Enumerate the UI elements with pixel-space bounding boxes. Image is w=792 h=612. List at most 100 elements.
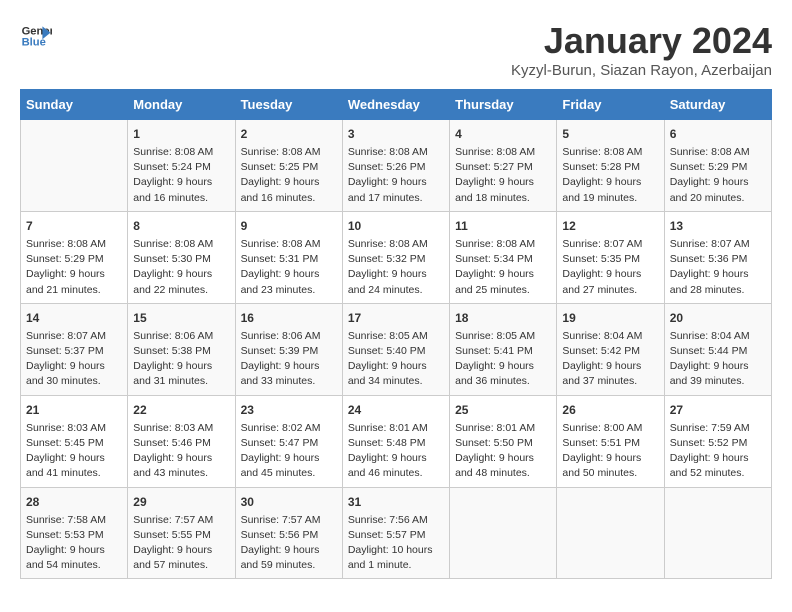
day-info: Sunset: 5:41 PM [455, 344, 551, 359]
day-info: Sunset: 5:35 PM [562, 252, 658, 267]
calendar-table: SundayMondayTuesdayWednesdayThursdayFrid… [20, 89, 772, 579]
day-info: and 33 minutes. [241, 374, 337, 389]
day-cell: 13Sunrise: 8:07 AMSunset: 5:36 PMDayligh… [664, 211, 771, 303]
logo: General Blue [20, 20, 52, 52]
day-info: Daylight: 9 hours [26, 543, 122, 558]
day-number: 5 [562, 125, 658, 143]
header-cell-monday: Monday [128, 90, 235, 120]
day-cell: 30Sunrise: 7:57 AMSunset: 5:56 PMDayligh… [235, 487, 342, 579]
day-info: Sunset: 5:42 PM [562, 344, 658, 359]
day-number: 6 [670, 125, 766, 143]
day-cell: 31Sunrise: 7:56 AMSunset: 5:57 PMDayligh… [342, 487, 449, 579]
day-info: and 23 minutes. [241, 283, 337, 298]
day-info: and 22 minutes. [133, 283, 229, 298]
day-cell: 16Sunrise: 8:06 AMSunset: 5:39 PMDayligh… [235, 303, 342, 395]
day-cell: 1Sunrise: 8:08 AMSunset: 5:24 PMDaylight… [128, 120, 235, 212]
day-cell [664, 487, 771, 579]
day-info: Daylight: 9 hours [455, 451, 551, 466]
day-cell: 20Sunrise: 8:04 AMSunset: 5:44 PMDayligh… [664, 303, 771, 395]
day-info: Daylight: 9 hours [455, 359, 551, 374]
day-info: Sunrise: 8:01 AM [348, 421, 444, 436]
day-number: 2 [241, 125, 337, 143]
day-info: and 30 minutes. [26, 374, 122, 389]
day-cell: 22 Sunrise: 8:03 AMSunset: 5:46 PMDayligh… [128, 395, 235, 487]
day-number: 28 [26, 493, 122, 511]
day-info: Daylight: 9 hours [670, 267, 766, 282]
day-number: 22 [133, 401, 229, 419]
day-info: Daylight: 9 hours [26, 451, 122, 466]
day-info: Daylight: 9 hours [133, 451, 229, 466]
day-cell: 19Sunrise: 8:04 AMSunset: 5:42 PMDayligh… [557, 303, 664, 395]
day-info: and 54 minutes. [26, 558, 122, 573]
day-info: Sunset: 5:34 PM [455, 252, 551, 267]
day-info: and 48 minutes. [455, 466, 551, 481]
svg-text:Blue: Blue [22, 37, 46, 49]
day-info: Sunset: 5:27 PM [455, 160, 551, 175]
logo-icon: General Blue [20, 20, 52, 52]
day-info: and 21 minutes. [26, 283, 122, 298]
day-info: Daylight: 9 hours [670, 359, 766, 374]
day-info: and 41 minutes. [26, 466, 122, 481]
day-info: Sunrise: 8:06 AM [133, 329, 229, 344]
day-cell: 12Sunrise: 8:07 AMSunset: 5:35 PMDayligh… [557, 211, 664, 303]
day-info: Sunrise: 8:08 AM [562, 145, 658, 160]
day-info: Sunset: 5:46 PM [133, 436, 229, 451]
day-number: 25 [455, 401, 551, 419]
day-number: 23 [241, 401, 337, 419]
day-info: Daylight: 9 hours [562, 359, 658, 374]
day-info: and 52 minutes. [670, 466, 766, 481]
day-info: Sunrise: 7:59 AM [670, 421, 766, 436]
day-info: Sunrise: 8:08 AM [241, 237, 337, 252]
header-row: SundayMondayTuesdayWednesdayThursdayFrid… [21, 90, 772, 120]
day-info: Sunset: 5:39 PM [241, 344, 337, 359]
header-cell-sunday: Sunday [21, 90, 128, 120]
day-cell: 25Sunrise: 8:01 AMSunset: 5:50 PMDayligh… [450, 395, 557, 487]
day-info: Sunset: 5:52 PM [670, 436, 766, 451]
day-cell: 21Sunrise: 8:03 AMSunset: 5:45 PMDayligh… [21, 395, 128, 487]
day-cell: 8Sunrise: 8:08 AMSunset: 5:30 PMDaylight… [128, 211, 235, 303]
day-info: Sunset: 5:47 PM [241, 436, 337, 451]
week-row-3: 21Sunrise: 8:03 AMSunset: 5:45 PMDayligh… [21, 395, 772, 487]
day-number: 21 [26, 401, 122, 419]
day-info: Daylight: 9 hours [348, 451, 444, 466]
day-info: and 16 minutes. [133, 191, 229, 206]
day-info: and 25 minutes. [455, 283, 551, 298]
day-info: Sunrise: 8:08 AM [455, 145, 551, 160]
title-block: January 2024 Kyzyl-Burun, Siazan Rayon, … [511, 20, 772, 79]
day-number: 26 [562, 401, 658, 419]
day-info: Sunrise: 8:03 AM [133, 421, 229, 436]
day-info: and 59 minutes. [241, 558, 337, 573]
day-info: Daylight: 9 hours [241, 543, 337, 558]
day-info: and 37 minutes. [562, 374, 658, 389]
day-cell: 26Sunrise: 8:00 AMSunset: 5:51 PMDayligh… [557, 395, 664, 487]
day-info: Daylight: 9 hours [241, 175, 337, 190]
day-info: Sunrise: 8:00 AM [562, 421, 658, 436]
day-number: 16 [241, 309, 337, 327]
day-cell: 23Sunrise: 8:02 AMSunset: 5:47 PMDayligh… [235, 395, 342, 487]
day-info: Daylight: 9 hours [562, 175, 658, 190]
day-info: Sunset: 5:29 PM [670, 160, 766, 175]
day-info: Sunrise: 7:57 AM [241, 513, 337, 528]
day-info: Sunrise: 8:08 AM [26, 237, 122, 252]
day-cell: 11Sunrise: 8:08 AMSunset: 5:34 PMDayligh… [450, 211, 557, 303]
day-info: Sunrise: 8:03 AM [26, 421, 122, 436]
day-cell: 29Sunrise: 7:57 AMSunset: 5:55 PMDayligh… [128, 487, 235, 579]
day-info: Daylight: 9 hours [348, 267, 444, 282]
day-number: 1 [133, 125, 229, 143]
day-cell [450, 487, 557, 579]
day-cell: 5Sunrise: 8:08 AMSunset: 5:28 PMDaylight… [557, 120, 664, 212]
day-info: Daylight: 9 hours [455, 267, 551, 282]
day-info: Sunrise: 8:08 AM [133, 237, 229, 252]
day-info: and 19 minutes. [562, 191, 658, 206]
month-title: January 2024 [511, 20, 772, 62]
day-info: Sunset: 5:57 PM [348, 528, 444, 543]
day-info: Sunset: 5:36 PM [670, 252, 766, 267]
day-info: Daylight: 9 hours [26, 359, 122, 374]
day-cell [557, 487, 664, 579]
day-info: and 45 minutes. [241, 466, 337, 481]
day-info: and 20 minutes. [670, 191, 766, 206]
day-cell: 28Sunrise: 7:58 AMSunset: 5:53 PMDayligh… [21, 487, 128, 579]
day-info: Sunset: 5:40 PM [348, 344, 444, 359]
day-info: Daylight: 9 hours [133, 267, 229, 282]
day-info: and 36 minutes. [455, 374, 551, 389]
